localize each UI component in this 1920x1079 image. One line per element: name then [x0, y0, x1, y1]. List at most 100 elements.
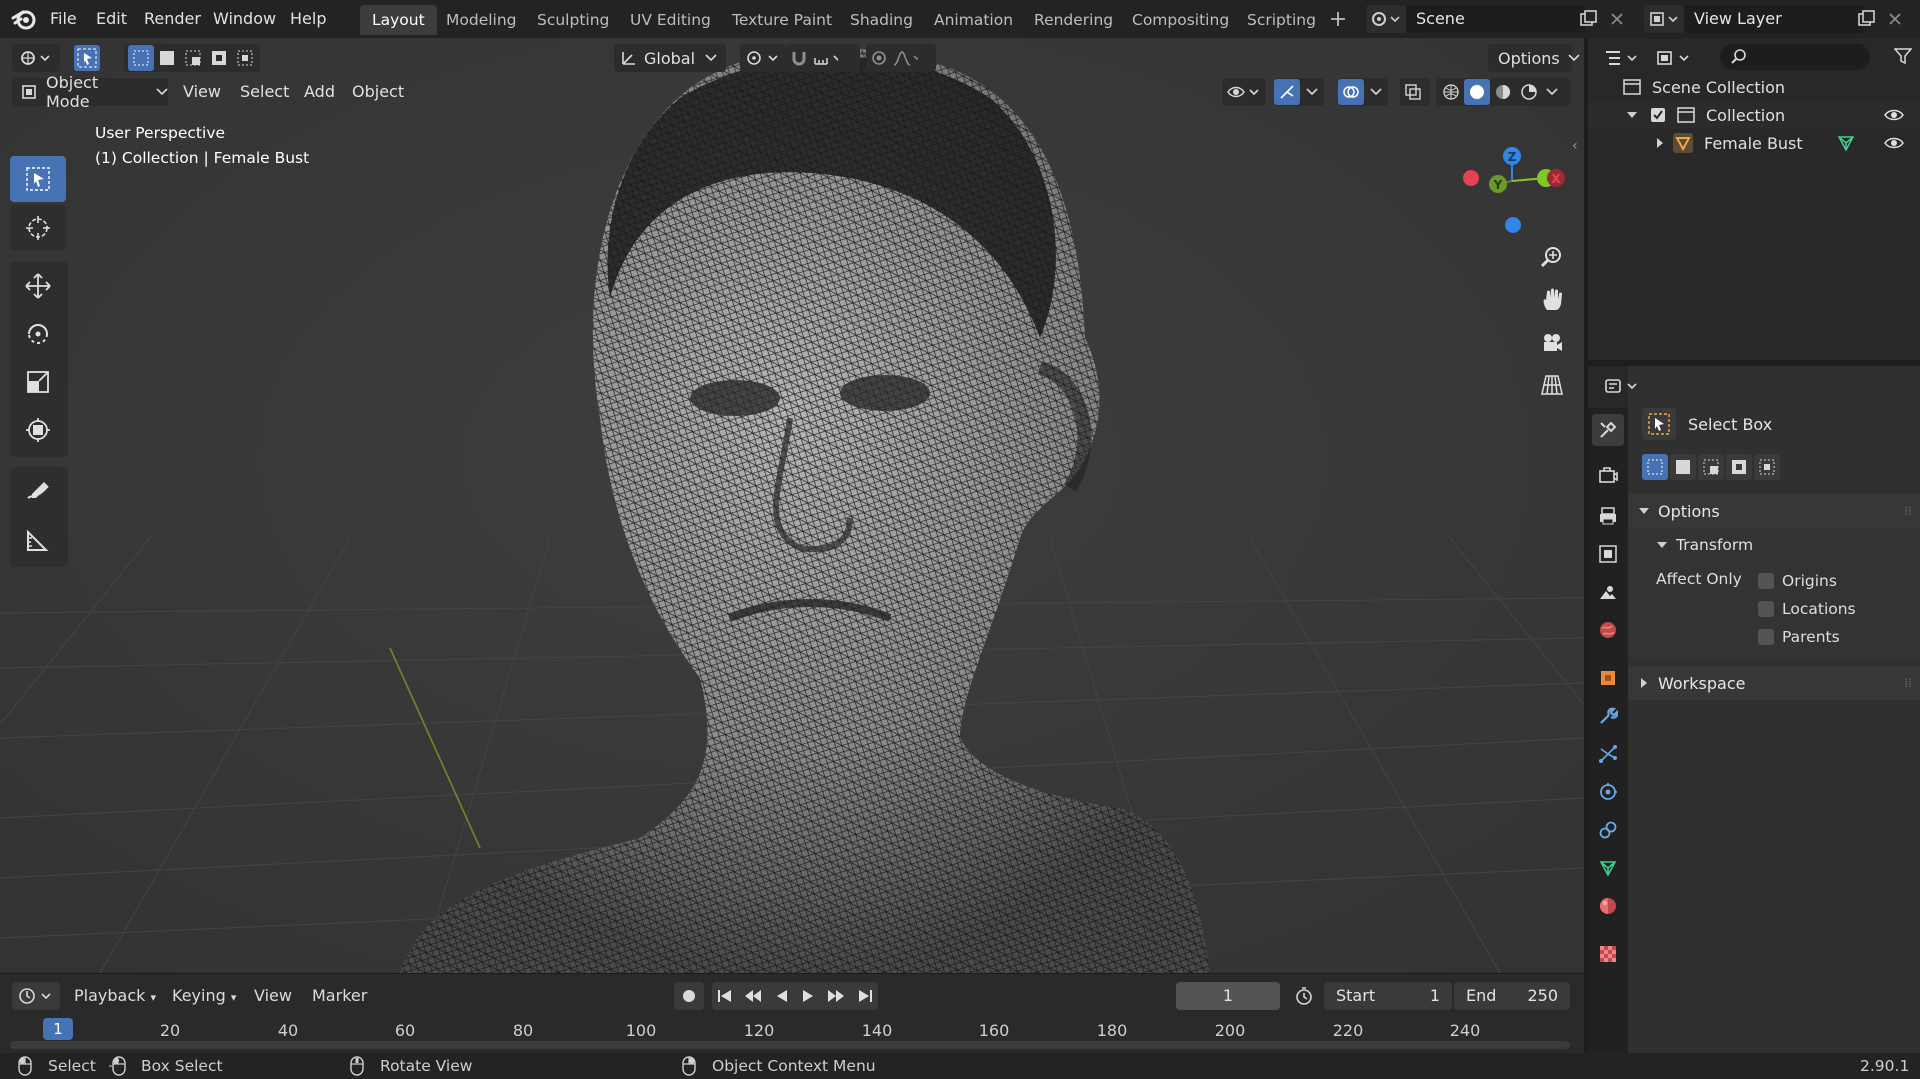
- tab-modeling[interactable]: Modeling: [434, 5, 529, 35]
- select-invert-icon[interactable]: [1726, 454, 1752, 480]
- disclosure-expanded-icon[interactable]: [1626, 109, 1638, 121]
- scene-tab-icon[interactable]: [1592, 576, 1624, 608]
- timeline-editor-type[interactable]: [12, 982, 60, 1010]
- play-reverse-icon[interactable]: [774, 988, 790, 1004]
- move-tool[interactable]: [10, 263, 66, 309]
- falloff-curve-icon[interactable]: [892, 45, 918, 71]
- overlays-toggle[interactable]: [1338, 78, 1388, 106]
- constraints-tab-icon[interactable]: [1592, 814, 1624, 846]
- marker-menu[interactable]: Marker: [312, 982, 367, 1010]
- 3d-viewport[interactable]: Global Options Object Mode View Select A…: [0, 38, 1584, 973]
- particles-tab-icon[interactable]: [1592, 738, 1624, 770]
- timeline-scrollbar[interactable]: [10, 1041, 1570, 1049]
- outliner-row-scene-collection[interactable]: Scene Collection: [1588, 73, 1920, 101]
- solid-shading-icon[interactable]: [1464, 79, 1490, 105]
- chevron-down-icon[interactable]: [1546, 88, 1558, 96]
- render-tab-icon[interactable]: [1592, 460, 1624, 492]
- select-box-tool[interactable]: [10, 156, 66, 202]
- next-keyframe-icon[interactable]: [826, 988, 846, 1004]
- scene-selector-icon[interactable]: [1366, 5, 1406, 33]
- data-tab-icon[interactable]: [1592, 852, 1624, 884]
- wireframe-shading-icon[interactable]: [1438, 79, 1464, 105]
- play-icon[interactable]: [800, 988, 816, 1004]
- pan-hand-icon[interactable]: [1534, 282, 1570, 318]
- collection-checkbox-icon[interactable]: [1650, 107, 1666, 123]
- origins-checkbox[interactable]: Origins: [1758, 568, 1837, 594]
- select-intersect-icon[interactable]: [232, 45, 258, 71]
- select-box-icon[interactable]: [1642, 408, 1676, 440]
- menu-help[interactable]: Help: [290, 0, 326, 38]
- measure-tool[interactable]: [10, 517, 66, 563]
- options-dropdown[interactable]: Options: [1488, 44, 1580, 72]
- select-subtract-icon[interactable]: [180, 45, 206, 71]
- delete-scene-icon[interactable]: [1603, 5, 1631, 33]
- object-tab-icon[interactable]: [1592, 662, 1624, 694]
- menu-file[interactable]: File: [50, 0, 77, 38]
- preview-range-toggle[interactable]: [1290, 982, 1318, 1010]
- mode-dropdown[interactable]: Object Mode: [12, 73, 168, 111]
- view-layer-name-field[interactable]: View Layer: [1684, 5, 1864, 33]
- prev-keyframe-icon[interactable]: [743, 988, 763, 1004]
- select-tool-header-icon[interactable]: [74, 45, 100, 71]
- parents-checkbox[interactable]: Parents: [1758, 624, 1840, 650]
- zoom-icon[interactable]: [1534, 239, 1570, 275]
- view-layer-tab-icon[interactable]: [1592, 538, 1624, 570]
- delete-view-layer-icon[interactable]: [1881, 5, 1909, 33]
- physics-tab-icon[interactable]: [1592, 776, 1624, 808]
- options-panel-header[interactable]: Options ⁞⁞: [1628, 494, 1920, 528]
- rendered-shading-icon[interactable]: [1516, 79, 1542, 105]
- view-layer-selector-icon[interactable]: [1644, 5, 1684, 33]
- outliner-row-female-bust[interactable]: Female Bust: [1588, 129, 1920, 157]
- rotate-tool[interactable]: [10, 311, 66, 357]
- navigation-gizmo[interactable]: Z Y X: [1450, 118, 1570, 238]
- auto-keying-button[interactable]: [674, 982, 704, 1010]
- parents-check-box[interactable]: [1758, 629, 1774, 645]
- tab-layout[interactable]: Layout: [360, 5, 437, 35]
- orientation-dropdown[interactable]: Global: [614, 44, 726, 72]
- select-new-icon[interactable]: [128, 45, 154, 71]
- eye-icon[interactable]: [1884, 136, 1904, 150]
- add-workspace-icon[interactable]: [1324, 5, 1352, 33]
- ortho-grid-icon[interactable]: [1534, 367, 1570, 403]
- editor-type-button[interactable]: [12, 44, 60, 72]
- mesh-data-icon[interactable]: [1836, 133, 1856, 153]
- drag-handle-icon[interactable]: ⁞⁞: [1904, 504, 1912, 518]
- workspace-panel-header[interactable]: Workspace ⁞⁞: [1628, 666, 1920, 700]
- material-tab-icon[interactable]: [1592, 890, 1624, 922]
- playback-menu[interactable]: Playback ▾: [74, 982, 156, 1010]
- menu-edit[interactable]: Edit: [96, 0, 127, 38]
- current-frame-field[interactable]: 1: [1176, 982, 1280, 1010]
- locations-check-box[interactable]: [1758, 601, 1774, 617]
- snap-increment-icon[interactable]: [812, 45, 838, 71]
- menu-window[interactable]: Window: [213, 0, 276, 38]
- scale-tool[interactable]: [10, 359, 66, 405]
- xray-toggle[interactable]: [1400, 78, 1430, 106]
- visibility-dropdown[interactable]: [1222, 78, 1266, 106]
- texture-tab-icon[interactable]: [1592, 938, 1624, 970]
- menu-add[interactable]: Add: [304, 78, 335, 106]
- drag-handle-icon[interactable]: ⁞⁞: [1904, 676, 1912, 690]
- material-shading-icon[interactable]: [1490, 79, 1516, 105]
- world-tab-icon[interactable]: [1592, 614, 1624, 646]
- tab-compositing[interactable]: Compositing: [1120, 5, 1241, 35]
- select-subtract-icon[interactable]: [1698, 454, 1724, 480]
- outliner-search-input[interactable]: [1720, 44, 1870, 70]
- jump-start-icon[interactable]: [717, 988, 733, 1004]
- playhead-frame-marker[interactable]: 1: [43, 1018, 73, 1040]
- blender-logo-icon[interactable]: [10, 6, 38, 32]
- menu-render[interactable]: Render: [144, 0, 201, 38]
- eye-icon[interactable]: [1884, 108, 1904, 122]
- menu-select[interactable]: Select: [240, 78, 289, 106]
- origins-check-box[interactable]: [1758, 573, 1774, 589]
- annotate-tool[interactable]: [10, 469, 66, 515]
- menu-view[interactable]: View: [183, 78, 221, 106]
- locations-checkbox[interactable]: Locations: [1758, 596, 1856, 622]
- select-invert-icon[interactable]: [206, 45, 232, 71]
- camera-view-icon[interactable]: [1534, 325, 1570, 361]
- modifier-wrench-tab-icon[interactable]: [1592, 700, 1624, 732]
- tab-uv-editing[interactable]: UV Editing: [618, 5, 723, 35]
- cursor-tool[interactable]: [10, 205, 66, 251]
- pivot-point-dropdown[interactable]: [740, 44, 786, 72]
- tab-sculpting[interactable]: Sculpting: [525, 5, 621, 35]
- select-extend-icon[interactable]: [154, 45, 180, 71]
